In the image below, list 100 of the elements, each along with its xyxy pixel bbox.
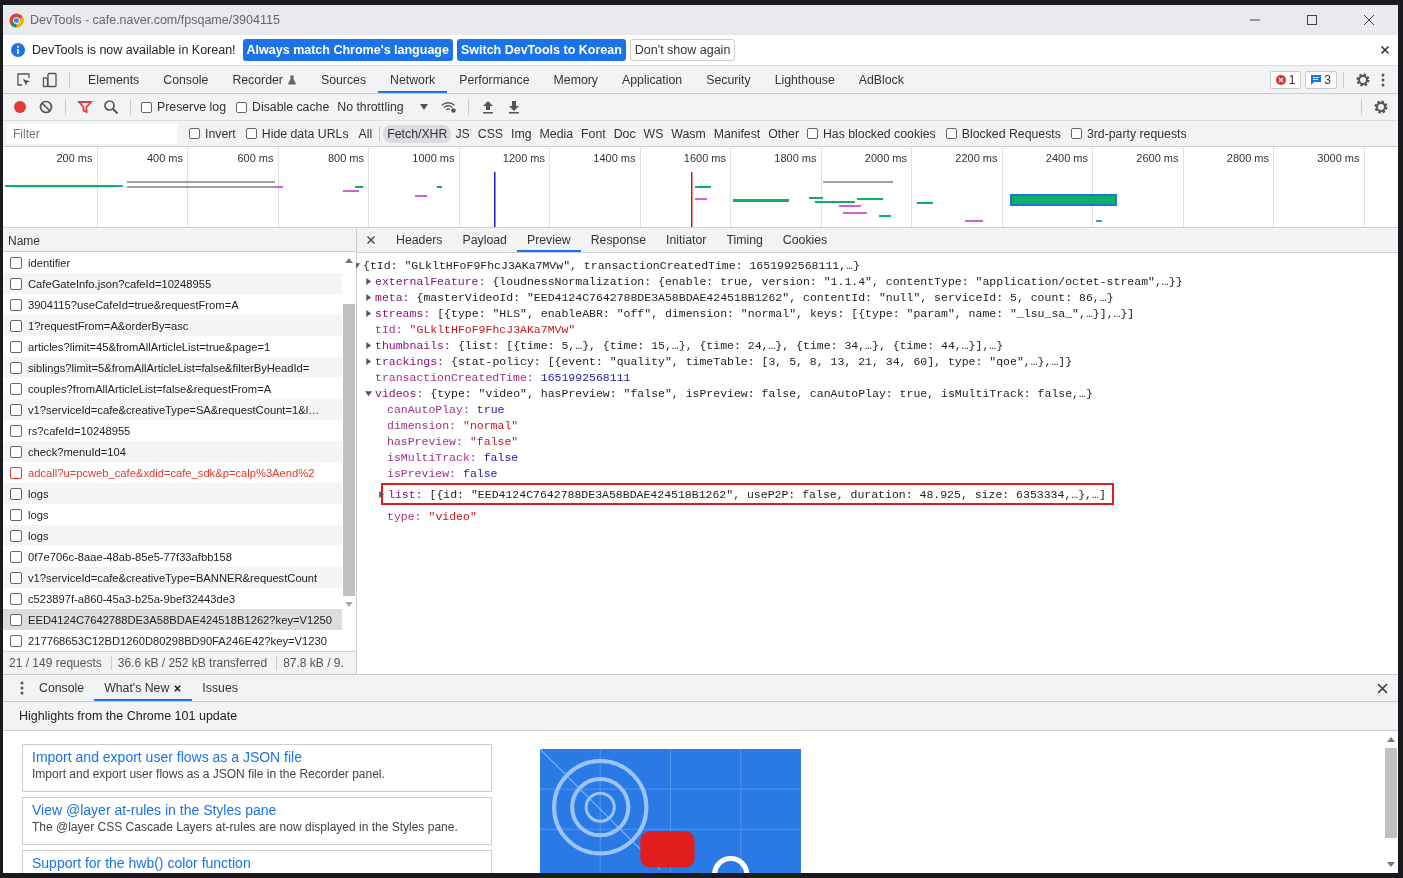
type-filter-button[interactable]: Other — [764, 124, 803, 143]
request-row[interactable]: c523897f-a860-45a3-b25a-9bef32443de3 — [3, 588, 342, 609]
close-icon[interactable] — [366, 235, 376, 245]
panel-tab[interactable]: Security — [694, 66, 763, 93]
message-counter[interactable]: 3 — [1305, 70, 1337, 89]
request-row[interactable]: v1?serviceId=cafe&creativeType=SA&requestCount=1&l… — [3, 399, 342, 420]
panel-tab[interactable]: Lighthouse — [762, 66, 847, 93]
clear-icon[interactable] — [38, 99, 54, 115]
maximize-icon[interactable] — [1306, 14, 1318, 26]
checkbox[interactable] — [1070, 128, 1082, 139]
checkbox[interactable] — [945, 128, 957, 139]
expand-triangle-icon[interactable] — [365, 277, 372, 285]
panel-tab[interactable]: Application — [610, 66, 695, 93]
detail-tab[interactable]: Payload — [452, 228, 517, 252]
request-row[interactable]: articles?limit=45&fromAllArticleList=true&page=1 — [3, 336, 342, 357]
request-row[interactable]: adcall?u=pcweb_cafe&xdid=cafe_sdk&p=calp%3Aend%2 — [3, 462, 342, 483]
panel-tab[interactable]: Elements — [76, 66, 152, 93]
detail-tab[interactable]: Headers — [386, 228, 453, 252]
checkbox[interactable] — [245, 128, 257, 139]
search-icon[interactable] — [103, 99, 119, 115]
request-row[interactable]: 217768653C12BD1260D80298BD90FA246E42?key=V1230 — [3, 630, 342, 651]
close-icon[interactable] — [1377, 682, 1388, 694]
request-row[interactable]: check?menuId=104 — [3, 441, 342, 462]
request-row[interactable]: couples?fromAllArticleList=false&requestFrom=A — [3, 378, 342, 399]
request-row[interactable]: 3904115?useCafeId=true&requestFrom=A — [3, 294, 342, 315]
checkbox[interactable] — [807, 128, 818, 139]
type-filter-button[interactable]: Fetch/XHR — [383, 124, 452, 143]
infobar-button[interactable]: Always match Chrome's language — [242, 39, 453, 61]
infobar-button[interactable]: Don't show again — [629, 39, 736, 61]
panel-tab[interactable]: Performance — [447, 66, 542, 93]
type-filter-button[interactable]: CSS — [473, 124, 508, 143]
panel-tab[interactable]: Recorder — [220, 66, 309, 93]
type-filter-button[interactable]: WS — [639, 124, 668, 143]
type-filter-button[interactable]: Media — [535, 124, 578, 143]
drawer-tab[interactable]: Console — [29, 675, 95, 701]
checkbox-label[interactable]: Disable cache — [252, 100, 330, 114]
inspect-element-icon[interactable] — [16, 71, 32, 88]
more-menu-icon[interactable] — [20, 680, 24, 696]
request-row[interactable]: 1?requestFrom=A&orderBy=asc — [3, 315, 342, 336]
checkbox-label[interactable]: Blocked Requests — [961, 126, 1061, 141]
request-row[interactable]: 0f7e706c-8aae-48ab-85e5-77f33afbb158 — [3, 546, 342, 567]
request-row[interactable]: CafeGateInfo.json?cafeId=10248955 — [3, 273, 342, 294]
article-card[interactable]: View @layer at-rules in the Styles pane The @layer CSS Cascade Layers at-rules are now displayed in the Styles pane. — [22, 797, 492, 845]
panel-tab[interactable]: Sources — [308, 66, 379, 93]
article-title[interactable]: Import and export user flows as a JSON file — [32, 749, 482, 765]
checkbox[interactable] — [141, 101, 152, 113]
detail-tab[interactable]: Initiator — [656, 228, 717, 252]
type-filter-button[interactable]: All — [354, 124, 377, 143]
panel-tab[interactable]: Console — [151, 66, 221, 93]
expand-triangle-icon[interactable] — [365, 293, 372, 301]
expand-triangle-icon[interactable] — [365, 357, 372, 365]
type-filter-button[interactable]: Img — [507, 124, 536, 143]
detail-tab[interactable]: Preview — [516, 228, 581, 252]
type-filter-button[interactable]: Manifest — [709, 124, 765, 143]
request-row[interactable]: logs — [3, 525, 342, 546]
checkbox-label[interactable]: Preserve log — [157, 100, 227, 114]
detail-tab[interactable]: Response — [580, 228, 657, 252]
request-row[interactable]: v1?serviceId=cafe&creativeType=BANNER&requestCount — [3, 567, 342, 588]
scrollbar-thumb[interactable] — [1385, 748, 1397, 838]
close-icon[interactable] — [1380, 45, 1390, 55]
drawer-tab[interactable]: Issues — [192, 675, 248, 701]
settings-icon[interactable] — [1373, 99, 1389, 115]
article-title[interactable]: Support for the hwb() color function — [32, 855, 482, 871]
scroll-up-icon[interactable] — [1387, 737, 1395, 742]
expand-triangle-icon[interactable] — [365, 341, 372, 349]
request-row[interactable]: logs — [3, 504, 342, 525]
type-filter-button[interactable]: Doc — [609, 124, 640, 143]
panel-tab[interactable]: AdBlock — [846, 66, 916, 93]
article-title[interactable]: View @layer at-rules in the Styles pane — [32, 802, 482, 818]
panel-tab[interactable]: Memory — [541, 66, 611, 93]
scroll-down-icon[interactable] — [1387, 862, 1395, 867]
expand-triangle-icon[interactable] — [378, 490, 385, 498]
more-menu-icon[interactable] — [1381, 71, 1385, 88]
checkbox-label[interactable]: 3rd-party requests — [1086, 126, 1187, 141]
device-toolbar-icon[interactable] — [42, 71, 58, 88]
throttling-select[interactable]: No throttling — [337, 100, 428, 114]
article-card[interactable]: Support for the hwb() color function — [22, 850, 492, 873]
checkbox-label[interactable]: Hide data URLs — [261, 126, 349, 141]
filter-icon[interactable] — [77, 99, 93, 115]
scrollbar-thumb[interactable] — [343, 304, 355, 596]
close-icon[interactable] — [1363, 14, 1375, 26]
record-icon[interactable] — [12, 99, 28, 115]
checkbox[interactable] — [236, 101, 248, 113]
expand-triangle-icon[interactable] — [365, 309, 372, 317]
request-row[interactable]: siblings?limit=5&fromAllArticleList=false&filterByHeadId= — [3, 357, 342, 378]
detail-tab[interactable]: Cookies — [772, 228, 838, 252]
column-header[interactable]: Name — [3, 228, 356, 252]
article-card[interactable]: Import and export user flows as a JSON file Import and export user flows as a JSON file in the Recorder panel. — [22, 744, 492, 792]
checkbox-label[interactable]: Invert — [205, 126, 236, 141]
error-counter[interactable]: 1 — [1269, 70, 1302, 89]
settings-icon[interactable] — [1355, 71, 1371, 88]
network-conditions-icon[interactable] — [440, 99, 457, 115]
collapse-triangle-icon[interactable] — [365, 389, 372, 397]
checkbox-label[interactable]: Has blocked cookies — [823, 126, 936, 141]
request-row[interactable]: rs?cafeId=10248955 — [3, 420, 342, 441]
type-filter-button[interactable]: Wasm — [667, 124, 710, 143]
checkbox[interactable] — [189, 128, 200, 139]
filter-field[interactable]: Filter — [7, 123, 177, 144]
collapse-triangle-icon[interactable] — [353, 261, 360, 269]
type-filter-button[interactable]: Font — [577, 124, 610, 143]
